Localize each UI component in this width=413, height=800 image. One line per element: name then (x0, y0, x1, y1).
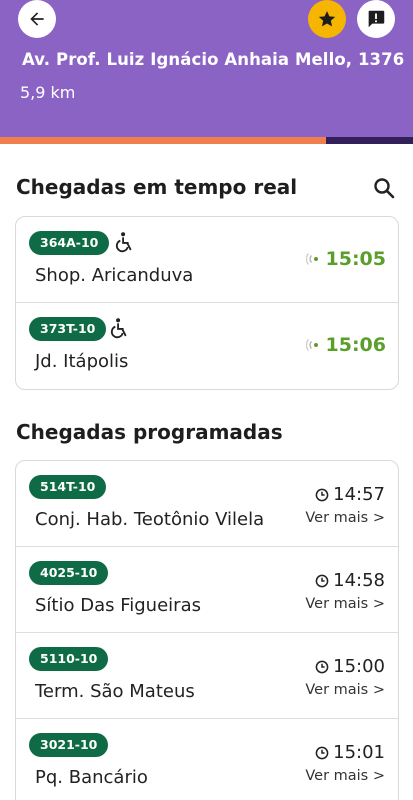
search-icon[interactable] (372, 176, 396, 200)
progress-fill (0, 137, 327, 144)
line-badge: 514T-10 (29, 475, 107, 499)
scheduled-time-text: 14:57 (333, 484, 385, 505)
scheduled-time: 14:57 (315, 484, 385, 505)
scheduled-time: 14:58 (315, 570, 385, 591)
clock-icon (315, 660, 329, 673)
line-badge: 5110-10 (29, 647, 109, 671)
arrival-time-text: 15:05 (325, 248, 386, 270)
alert-message-icon (368, 10, 385, 28)
realtime-title: Chegadas em tempo real (16, 175, 298, 199)
line-badge: 373T-10 (29, 317, 107, 341)
progress-bar (0, 137, 413, 144)
line-badge: 4025-10 (29, 561, 109, 585)
arrival-time: 15:05 (305, 248, 386, 270)
see-more-link[interactable]: Ver mais > (305, 510, 385, 526)
destination-label: Conj. Hab. Teotônio Vilela (35, 509, 265, 530)
report-button[interactable] (357, 0, 395, 38)
destination-label: Sítio Das Figueiras (35, 595, 201, 616)
scheduled-time-text: 14:58 (333, 570, 385, 591)
see-more-link[interactable]: Ver mais > (305, 682, 385, 698)
see-more-link[interactable]: Ver mais > (305, 596, 385, 612)
line-badge: 364A-10 (29, 231, 110, 255)
arrival-time-text: 15:06 (325, 334, 386, 356)
scheduled-time-text: 15:01 (333, 742, 385, 763)
wheelchair-icon (110, 318, 127, 339)
scheduled-time: 15:00 (315, 656, 385, 677)
stop-header: Av. Prof. Luiz Ignácio Anhaia Mello, 137… (0, 0, 413, 144)
live-signal-icon (305, 253, 318, 265)
destination-label: Term. São Mateus (35, 681, 195, 702)
realtime-row[interactable]: 373T-10 Jd. Itápolis 15:06 (16, 303, 398, 389)
back-button[interactable] (18, 0, 56, 38)
scheduled-time: 15:01 (315, 742, 385, 763)
scheduled-row[interactable]: 514T-10 Conj. Hab. Teotônio Vilela 14:57… (16, 461, 398, 547)
scheduled-title: Chegadas programadas (16, 420, 283, 444)
scheduled-row[interactable]: 3021-10 Pq. Bancário 15:01 Ver mais > (16, 719, 398, 800)
destination-label: Jd. Itápolis (35, 351, 129, 372)
stop-distance: 5,9 km (20, 83, 76, 102)
scheduled-list: 514T-10 Conj. Hab. Teotônio Vilela 14:57… (15, 460, 399, 800)
clock-icon (315, 746, 329, 759)
arrow-left-icon (30, 12, 44, 26)
clock-icon (315, 574, 329, 587)
scheduled-row[interactable]: 5110-10 Term. São Mateus 15:00 Ver mais … (16, 633, 398, 719)
star-icon (318, 11, 336, 27)
stop-address: Av. Prof. Luiz Ignácio Anhaia Mello, 137… (22, 50, 405, 69)
live-signal-icon (305, 339, 318, 351)
wheelchair-icon (115, 232, 132, 253)
see-more-link[interactable]: Ver mais > (305, 768, 385, 784)
realtime-list: 364A-10 Shop. Aricanduva 15:05 373T-10 J… (15, 216, 399, 390)
destination-label: Pq. Bancário (35, 767, 148, 788)
destination-label: Shop. Aricanduva (35, 265, 194, 286)
line-badge: 3021-10 (29, 733, 109, 757)
clock-icon (315, 488, 329, 501)
favorite-button[interactable] (308, 0, 346, 38)
arrival-time: 15:06 (305, 334, 386, 356)
scheduled-row[interactable]: 4025-10 Sítio Das Figueiras 14:58 Ver ma… (16, 547, 398, 633)
scheduled-time-text: 15:00 (333, 656, 385, 677)
realtime-row[interactable]: 364A-10 Shop. Aricanduva 15:05 (16, 217, 398, 303)
